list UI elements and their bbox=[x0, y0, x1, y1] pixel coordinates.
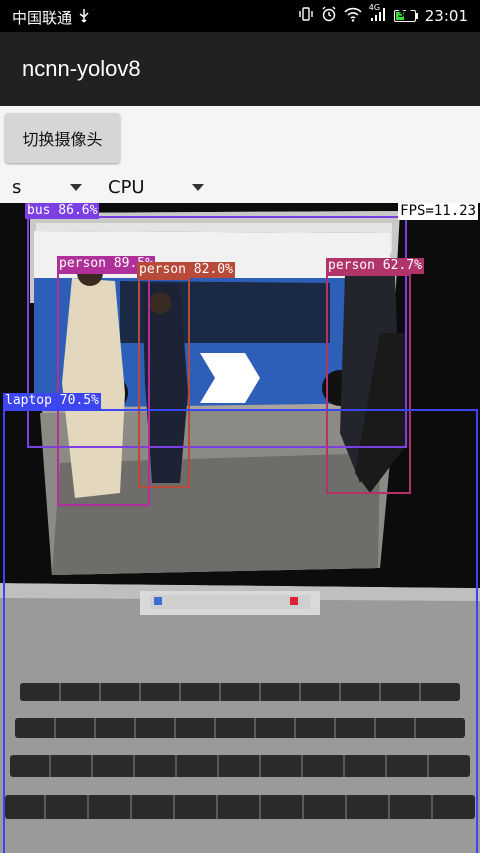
detection-box-laptop bbox=[3, 409, 478, 853]
dropdown-arrow-icon bbox=[192, 183, 204, 191]
model-select[interactable]: s bbox=[12, 174, 82, 200]
usb-icon bbox=[78, 8, 90, 28]
wifi-icon bbox=[344, 6, 362, 26]
app-title: ncnn-yolov8 bbox=[22, 56, 141, 81]
fps-counter: FPS=11.23 bbox=[398, 203, 478, 220]
app-bar: ncnn-yolov8 bbox=[0, 32, 480, 106]
model-select-value: s bbox=[12, 176, 22, 198]
carrier-name: 中国联通 bbox=[12, 9, 73, 27]
detection-label-laptop: laptop 70.5% bbox=[3, 393, 101, 409]
vibrate-icon bbox=[298, 6, 314, 26]
alarm-icon bbox=[321, 6, 337, 26]
detection-label-person: person 62.7% bbox=[326, 258, 424, 274]
switch-camera-button[interactable]: 切换摄像头 bbox=[5, 113, 120, 163]
signal-icon: 4G bbox=[368, 3, 387, 26]
device-select-value: CPU bbox=[108, 176, 145, 198]
detection-label-person: person 82.0% bbox=[137, 262, 235, 278]
camera-preview: bus 86.6% person 89.5% person 82.0% pers… bbox=[0, 203, 480, 853]
battery-icon: 35 bbox=[393, 9, 418, 22]
clock: 23:01 bbox=[424, 7, 468, 25]
status-bar: 中国联通 4G 35 23:01 bbox=[0, 0, 480, 32]
detection-label-bus: bus 86.6% bbox=[25, 203, 100, 219]
device-select[interactable]: CPU bbox=[108, 174, 204, 200]
controls-panel: 切换摄像头 s CPU bbox=[0, 106, 480, 203]
dropdown-arrow-icon bbox=[70, 183, 82, 191]
network-badge: 4G bbox=[368, 3, 381, 12]
battery-level: 35 bbox=[397, 9, 412, 20]
